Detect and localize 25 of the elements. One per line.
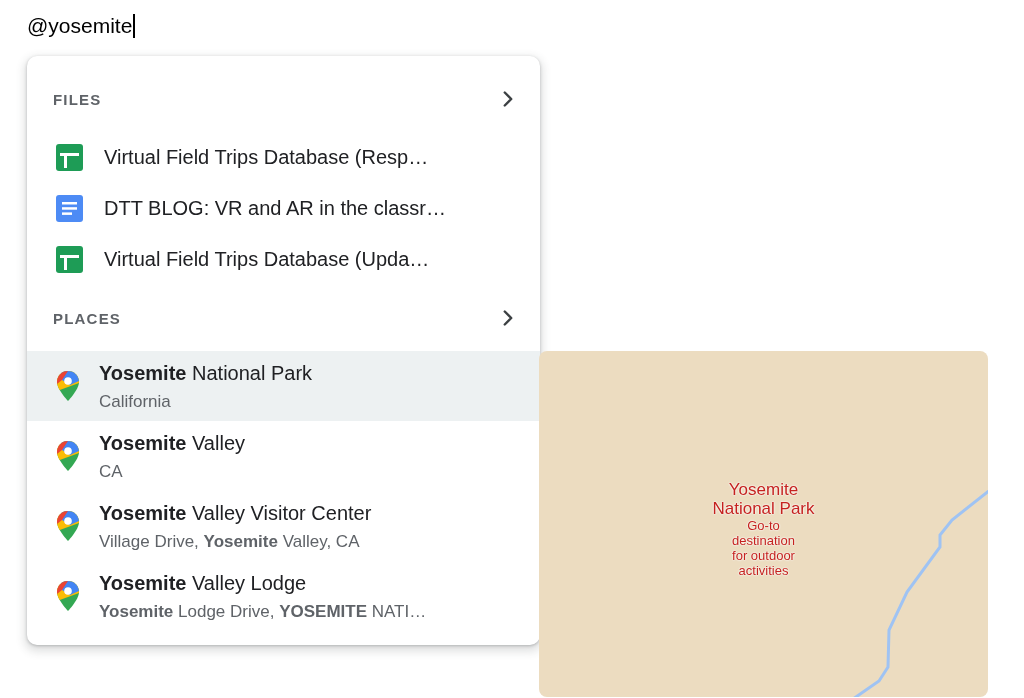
- map-pin-icon: [57, 441, 79, 471]
- map-pin-icon: [57, 581, 79, 611]
- section-heading: FILES: [53, 90, 102, 108]
- map-pin-icon: [57, 511, 79, 541]
- file-item[interactable]: Virtual Field Trips Database (Resp…: [104, 146, 429, 169]
- place-item[interactable]: Yosemite National Park California: [27, 351, 540, 421]
- text-cursor: [133, 14, 136, 38]
- map-place-label: Yosemite National Park: [711, 480, 816, 518]
- file-item[interactable]: DTT BLOG: VR and AR in the classr…: [104, 197, 446, 220]
- place-name: Yosemite Valley Visitor Center: [99, 500, 372, 526]
- place-address: California: [99, 390, 172, 413]
- place-address: Village Drive, Yosemite Valley, CA: [99, 530, 361, 553]
- place-address: Yosemite Lodge Drive, YOSEMITE NATI…: [99, 600, 427, 623]
- typed-text: @yosemite: [27, 13, 133, 39]
- place-address: CA: [99, 460, 124, 483]
- spreadsheet-icon: [56, 246, 83, 273]
- map-pin-icon: [57, 371, 79, 401]
- place-name: Yosemite Valley: [99, 430, 245, 456]
- place-name: Yosemite Valley Lodge: [99, 570, 308, 596]
- document-icon: [56, 195, 83, 222]
- section-heading: PLACES: [53, 309, 122, 327]
- place-name: Yosemite National Park: [99, 360, 313, 386]
- spreadsheet-icon: [56, 144, 83, 171]
- file-item[interactable]: Virtual Field Trips Database (Upda…: [104, 248, 430, 271]
- map-place-description: Go-to destination for outdoor activities: [731, 518, 796, 578]
